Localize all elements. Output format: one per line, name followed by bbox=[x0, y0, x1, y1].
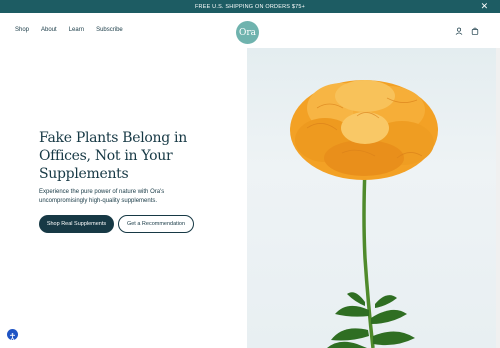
accessibility-button[interactable] bbox=[7, 329, 18, 341]
nav-link-shop[interactable]: Shop bbox=[15, 27, 29, 33]
hero-subtext: Experience the pure power of nature with… bbox=[39, 189, 165, 204]
get-recommendation-button[interactable]: Get a Recommendation bbox=[118, 215, 194, 233]
announcement-bar: FREE U.S. SHIPPING ON ORDERS $75+ ✕ bbox=[0, 0, 500, 13]
scrollbar[interactable] bbox=[496, 48, 500, 348]
account-icon[interactable] bbox=[455, 27, 463, 35]
ora-logo[interactable]: Ora bbox=[236, 21, 259, 44]
hero-headline: Fake Plants Belong in Offices, Not in Yo… bbox=[39, 130, 187, 182]
nav-link-subscribe[interactable]: Subscribe bbox=[96, 27, 123, 33]
shop-real-supplements-button[interactable]: Shop Real Supplements bbox=[39, 215, 114, 233]
top-nav: Shop About Learn Subscribe Ora bbox=[0, 13, 500, 48]
hero-image-panel bbox=[247, 48, 500, 348]
nav-link-learn[interactable]: Learn bbox=[69, 27, 84, 33]
nav-link-about[interactable]: About bbox=[41, 27, 57, 33]
close-icon[interactable]: ✕ bbox=[479, 1, 490, 12]
accessibility-icon bbox=[10, 333, 15, 341]
nav-links: Shop About Learn Subscribe bbox=[15, 27, 123, 33]
announcement-text: FREE U.S. SHIPPING ON ORDERS $75+ bbox=[194, 3, 306, 10]
marigold-flower-image bbox=[290, 80, 438, 348]
cart-icon[interactable] bbox=[471, 27, 479, 35]
